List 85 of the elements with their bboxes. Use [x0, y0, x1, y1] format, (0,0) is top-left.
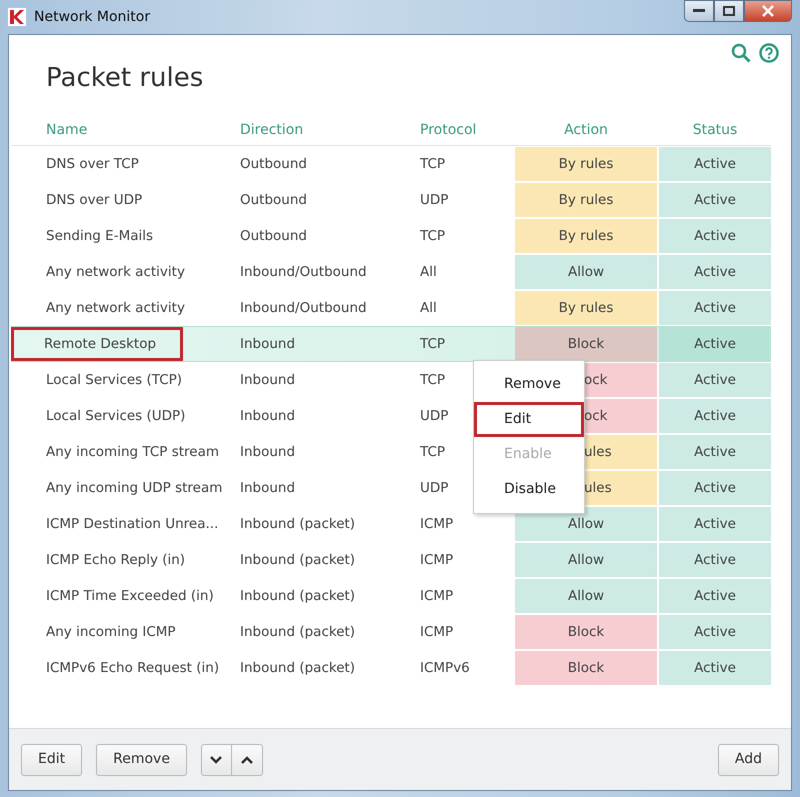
help-icon[interactable]: [759, 43, 779, 63]
move-down-button[interactable]: [200, 744, 232, 776]
status-cell: Active: [659, 147, 771, 182]
window-title: Network Monitor: [34, 8, 150, 26]
name-cell-text: Any incoming TCP stream: [45, 443, 220, 462]
action-cell: By rules: [515, 183, 657, 218]
protocol-cell-text: ICMP: [419, 551, 454, 570]
minimize-icon: [693, 9, 705, 13]
name-cell-text: Any incoming ICMP: [45, 623, 177, 642]
action-cell: By rules: [515, 291, 657, 326]
add-button[interactable]: Add: [718, 744, 779, 776]
protocol-cell-text: ICMP: [419, 587, 454, 606]
action-cell: By rules: [515, 147, 657, 182]
name-cell-text: DNS over TCP: [45, 155, 140, 174]
maximize-icon: [723, 6, 735, 16]
name-cell-text: ICMPv6 Echo Request (in): [45, 659, 220, 678]
action-cell: Allow: [515, 255, 657, 290]
action-cell: Allow: [515, 543, 657, 578]
protocol-cell-text: All: [419, 263, 438, 282]
move-up-button[interactable]: [232, 744, 263, 776]
direction-cell-text: Inbound: [239, 335, 296, 354]
action-cell: Allow: [515, 579, 657, 614]
name-cell-text: Sending E-Mails: [45, 227, 154, 246]
protocol-cell-text: TCP: [419, 155, 446, 174]
close-icon: [762, 5, 774, 17]
protocol-cell-text: ICMP: [419, 515, 454, 534]
status-cell: Active: [659, 507, 771, 542]
status-cell: Active: [659, 435, 771, 470]
status-cell: Active: [659, 255, 771, 290]
direction-cell-text: Inbound: [239, 371, 296, 390]
footer-button[interactable]: Edit: [21, 744, 82, 776]
status-cell: Active: [659, 615, 771, 650]
chevron-up-icon: [240, 756, 253, 764]
action-cell: Block: [515, 651, 657, 686]
protocol-cell-text: All: [419, 299, 438, 318]
name-cell: Remote Desktop: [11, 327, 183, 362]
name-cell-text: Any incoming UDP stream: [45, 479, 224, 498]
status-cell: Active: [659, 543, 771, 578]
action-cell: Block: [515, 327, 657, 362]
selected-row[interactable]: Remote Desktop Inbound TCP Block Active: [11, 326, 771, 362]
app-logo-icon: [8, 8, 26, 26]
direction-cell-text: Inbound/Outbound: [239, 263, 368, 282]
name-cell-text: ICMP Echo Reply (in): [45, 551, 186, 570]
name-cell-text: DNS over UDP: [45, 191, 144, 210]
status-cell: Active: [659, 651, 771, 686]
close-button[interactable]: [744, 0, 792, 22]
minimize-button[interactable]: [684, 0, 714, 22]
maximize-button[interactable]: [714, 0, 744, 22]
protocol-cell-text: TCP: [419, 227, 446, 246]
status-cell: Active: [659, 579, 771, 614]
name-cell-text: ICMP Destination Unrea...: [45, 515, 220, 534]
name-cell-text: Local Services (TCP): [45, 371, 184, 390]
direction-cell-text: Inbound: [239, 407, 296, 426]
chevron-down-icon: [210, 756, 222, 764]
protocol-cell-text: UDP: [419, 191, 450, 210]
direction-cell-text: Inbound (packet): [239, 659, 356, 678]
footer-button[interactable]: Remove: [96, 744, 187, 776]
status-cell: Active: [659, 183, 771, 218]
direction-cell-text: Inbound: [239, 479, 296, 498]
direction-cell-text: Outbound: [239, 155, 308, 174]
status-cell: Active: [659, 291, 771, 326]
direction-cell-text: Inbound (packet): [239, 587, 356, 606]
status-cell: Active: [659, 363, 771, 398]
name-cell-text: Any network activity: [45, 263, 186, 282]
direction-cell-text: Inbound/Outbound: [239, 299, 368, 318]
name-cell-text: Any network activity: [45, 299, 186, 318]
search-icon[interactable]: [731, 43, 751, 63]
protocol-cell-text: ICMPv6: [419, 659, 471, 678]
name-cell-text: Local Services (UDP): [45, 407, 186, 426]
direction-cell-text: Outbound: [239, 227, 308, 246]
status-cell: Active: [659, 219, 771, 254]
direction-cell-text: Inbound (packet): [239, 515, 356, 534]
status-cell: Active: [659, 471, 771, 506]
action-cell: By rules: [515, 219, 657, 254]
name-cell-text: ICMP Time Exceeded (in): [45, 587, 215, 606]
direction-cell-text: Inbound (packet): [239, 623, 356, 642]
page-title: Packet rules: [46, 63, 204, 94]
action-cell: Block: [515, 615, 657, 650]
direction-cell-text: Outbound: [239, 191, 308, 210]
status-cell: Active: [659, 327, 771, 362]
direction-cell-text: Inbound: [239, 443, 296, 462]
protocol-cell-text: ICMP: [419, 623, 454, 642]
status-cell: Active: [659, 399, 771, 434]
protocol-cell-text: TCP: [419, 335, 446, 354]
direction-cell-text: Inbound (packet): [239, 551, 356, 570]
